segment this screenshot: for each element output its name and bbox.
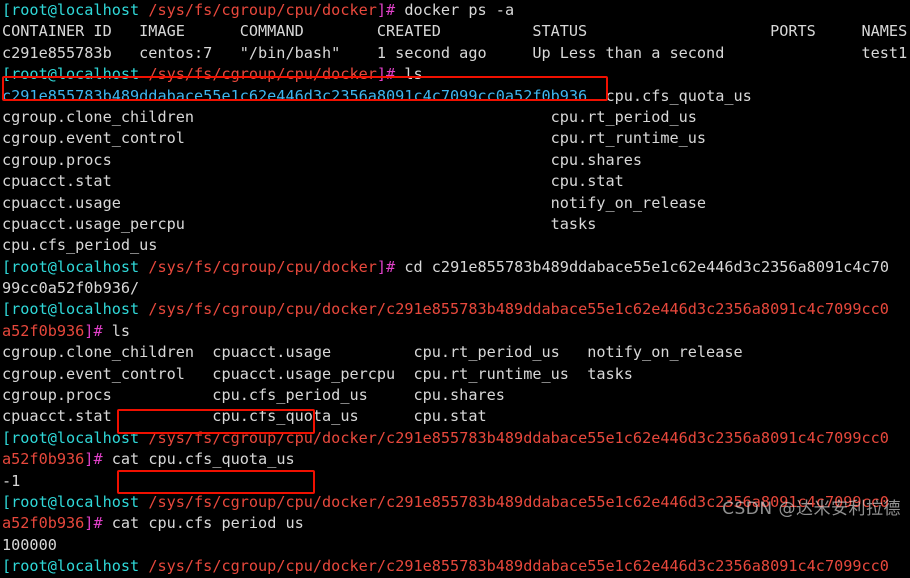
command-cat-quota: cat cpu.cfs_quota_us — [111, 450, 295, 469]
prompt-path-wrap: a52f0b936 — [2, 514, 85, 533]
terminal-line-prompt-ls-2-wrap: a52f0b936]# ls — [0, 321, 910, 342]
cat-output-quota: -1 — [2, 471, 21, 490]
prompt-user-host: [root@localhost — [2, 300, 140, 319]
command-cd: cd c291e855783b489ddabace55e1c62e446d3c2… — [404, 257, 889, 276]
ls-output-row: cgroup.clone_children cpuacct.usage cpu.… — [2, 343, 743, 362]
command-cat-period: cat cpu.cfs period us — [111, 514, 304, 533]
ls-output-row: cgroup.event_control cpuacct.usage_percp… — [2, 364, 633, 383]
terminal-line-prompt-cat-period: [root@localhost /sys/fs/cgroup/cpu/docke… — [0, 492, 910, 513]
prompt-path: /sys/fs/cgroup/cpu/docker/c291e855783b48… — [148, 492, 889, 511]
terminal-line-prompt-final: [root@localhost /sys/fs/cgroup/cpu/docke… — [0, 556, 910, 577]
prompt-terminator: ]# — [84, 450, 103, 469]
ls-output-row: cpuacct.stat cpu.cfs_quota_us cpu.stat — [2, 407, 487, 426]
terminal-window[interactable]: [root@localhost /sys/fs/cgroup/cpu/docke… — [0, 0, 910, 575]
ls-entry — [587, 87, 605, 105]
prompt-user-host: [root@localhost — [2, 557, 140, 576]
ls-output-row: cpuacct.stat cpu.stat — [2, 172, 624, 191]
command-docker-ps: docker ps -a — [404, 1, 515, 19]
command-ls: ls — [404, 65, 423, 84]
ls-output-row: cpuacct.usage notify_on_release — [2, 193, 707, 212]
prompt-terminator: ]# — [376, 257, 396, 276]
terminal-line-prompt-cd: [root@localhost /sys/fs/cgroup/cpu/docke… — [0, 257, 910, 278]
prompt-terminator: ]# — [84, 514, 103, 533]
prompt-path: /sys/fs/cgroup/cpu/docker — [148, 1, 377, 19]
docker-ps-table-row: c291e855783b centos:7 "/bin/bash" 1 seco… — [2, 43, 908, 62]
ls-entry-cpu-cfs-quota-us: cpu.cfs_quota_us — [605, 86, 752, 105]
prompt-path: /sys/fs/cgroup/cpu/docker — [148, 65, 377, 84]
ls-output-row: cgroup.clone_children cpu.rt_period_us — [2, 107, 697, 126]
ls-output-row: cpu.cfs_period_us — [2, 236, 158, 255]
prompt-user-host: [root@localhost — [2, 65, 140, 84]
prompt-path-wrap: a52f0b936 — [2, 450, 85, 469]
prompt-path-wrap: a52f0b936 — [2, 321, 85, 340]
prompt-path: /sys/fs/cgroup/cpu/docker/c291e855783b48… — [148, 428, 889, 447]
ls-output-row: cpuacct.usage_percpu tasks — [2, 214, 597, 233]
terminal-line-prompt-ls-2: [root@localhost /sys/fs/cgroup/cpu/docke… — [0, 299, 910, 320]
prompt-user-host: [root@localhost — [2, 428, 140, 447]
prompt-user-host: [root@localhost — [2, 257, 140, 276]
cat-output-period: 100000 — [2, 535, 57, 554]
command-ls: ls — [111, 321, 131, 340]
ls-output-row-highlighted: c291e855783b489ddabace55e1c62e446d3c2356… — [0, 86, 910, 107]
ls-output-row: cgroup.procs cpu.cfs_period_us cpu.share… — [2, 386, 505, 405]
prompt-terminator: ]# — [376, 1, 396, 19]
terminal-line-prompt-cat-quota-wrap: a52f0b936]# cat cpu.cfs_quota_us — [0, 449, 910, 470]
prompt-terminator: ]# — [84, 321, 103, 340]
terminal-line-prompt-docker-ps: [root@localhost /sys/fs/cgroup/cpu/docke… — [0, 0, 910, 21]
container-id-highlighted: c291e855783b489ddabace55e1c62e446d3c2356… — [2, 86, 588, 105]
prompt-terminator: ]# — [376, 65, 396, 84]
terminal-line-prompt-cat-quota: [root@localhost /sys/fs/cgroup/cpu/docke… — [0, 428, 910, 449]
prompt-user-host: [root@localhost — [2, 492, 140, 511]
prompt-path: /sys/fs/cgroup/cpu/docker/c291e855783b48… — [148, 300, 889, 319]
ls-output-row: cgroup.procs cpu.shares — [2, 150, 643, 169]
terminal-line-prompt-ls-1: [root@localhost /sys/fs/cgroup/cpu/docke… — [0, 64, 910, 85]
prompt-path: /sys/fs/cgroup/cpu/docker/c291e855783b48… — [148, 557, 889, 576]
ls-output-row: cgroup.event_control cpu.rt_runtime_us — [2, 129, 707, 148]
docker-ps-header-row: CONTAINER ID IMAGE COMMAND CREATED STATU… — [2, 22, 908, 41]
command-cd-wrap: 99cc0a52f0b936/ — [2, 279, 140, 298]
prompt-user-host: [root@localhost — [2, 1, 140, 19]
prompt-path: /sys/fs/cgroup/cpu/docker — [148, 257, 377, 276]
